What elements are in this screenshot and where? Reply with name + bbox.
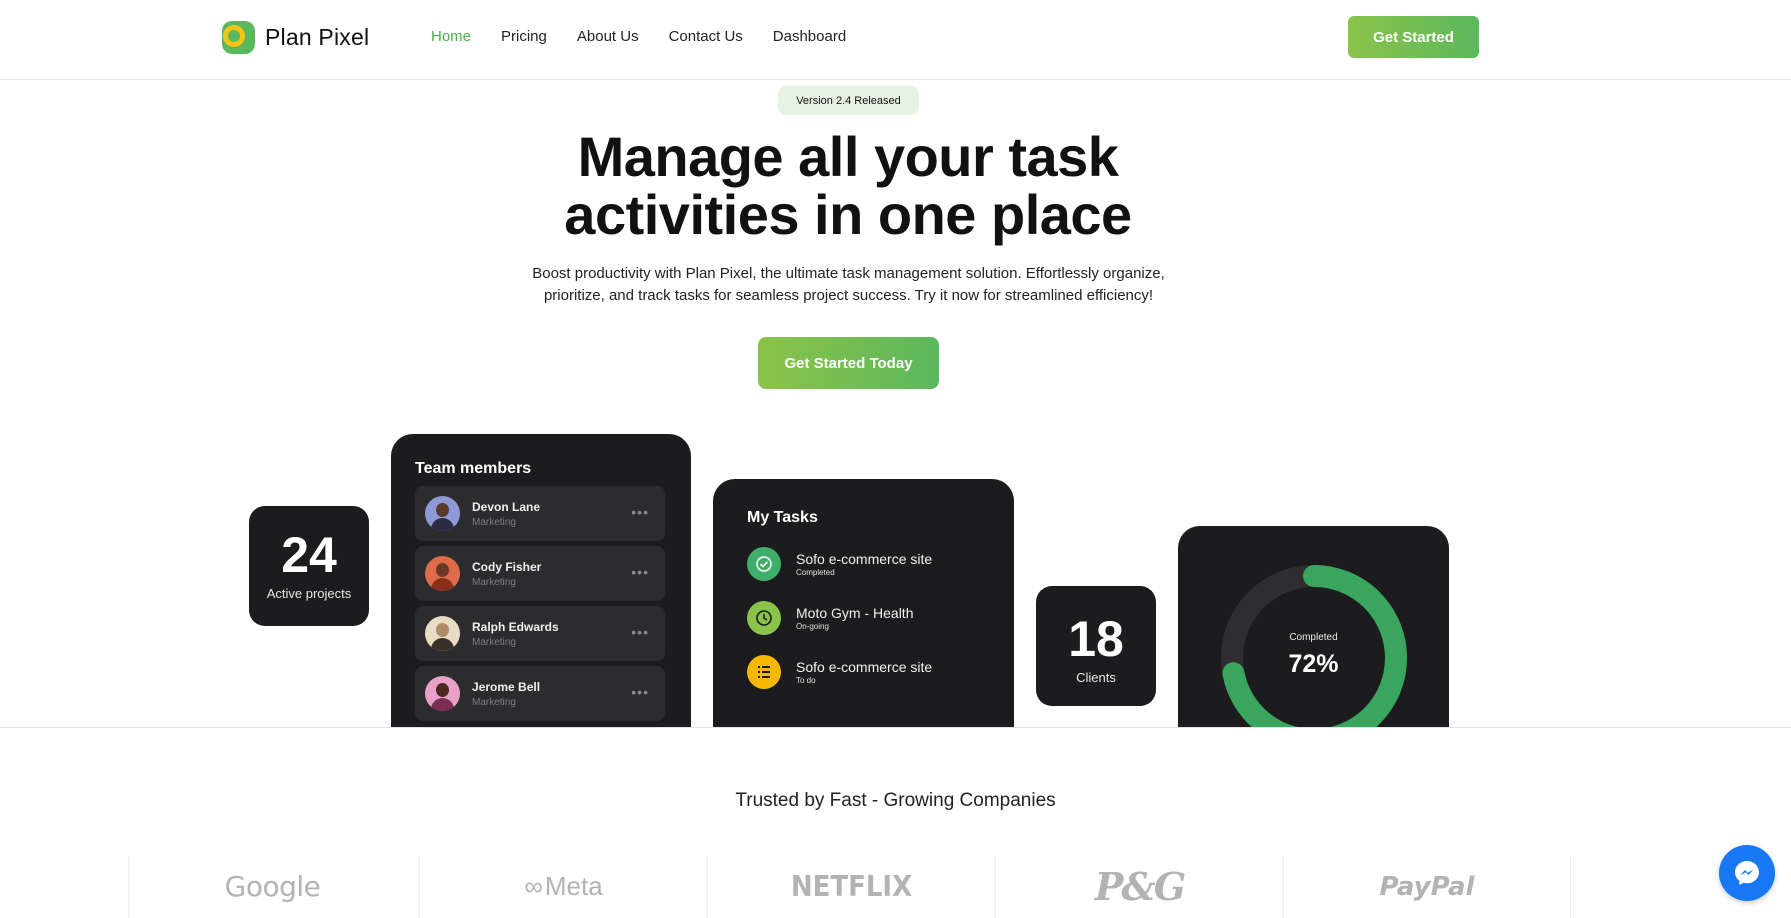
task-name: Sofo e-commerce site [796,659,933,675]
task-status: To do [796,676,816,685]
brand-name: Plan Pixel [265,23,370,50]
member-name: Jerome Bell [472,679,541,694]
logo-cell: PayPal [1283,855,1572,918]
avatar [425,556,460,591]
completion-value: 72% [1288,650,1339,678]
member-role: Marketing [472,696,516,708]
completion-label: Completed [1289,632,1338,643]
task-item[interactable]: Sofo e-commerce site To do [747,655,980,689]
meta-logo: Meta [544,871,603,901]
more-options-icon[interactable]: ••• [631,504,649,520]
plan-pixel-logo-icon [219,18,257,56]
messenger-icon [1735,861,1759,885]
my-tasks-title: My Tasks [747,509,818,526]
team-member-row[interactable]: Devon Lane Marketing ••• [415,486,665,541]
logo-cell: ∞ Meta [419,855,707,918]
version-badge: Version 2.4 Released [778,86,919,115]
site-header: Plan Pixel Home Pricing About Us Contact… [0,0,1791,80]
active-projects-count: 24 [281,527,337,583]
clock-icon [747,601,781,635]
pg-logo: P&G [1094,864,1186,909]
more-options-icon[interactable]: ••• [631,564,649,580]
team-members-title: Team members [415,460,532,477]
trusted-heading: Trusted by Fast - Growing Companies [735,790,1056,811]
clients-card: 18 Clients [1036,586,1156,706]
task-status: Completed [796,568,835,577]
paypal-logo: PayPal [1379,871,1475,902]
team-members-card: Team members Devon Lane Marketing ••• Co… [391,434,691,728]
clients-label: Clients [1076,670,1116,685]
logo-cell: P&G [995,855,1283,918]
dashboard-preview: 24 Active projects Team members Devon La… [0,380,1791,728]
active-projects-label: Active projects [266,586,352,601]
active-projects-card: 24 Active projects [249,506,369,626]
task-name: Moto Gym - Health [796,605,914,621]
netflix-logo: NETFLIX [790,870,913,903]
team-member-row[interactable]: Cody Fisher Marketing ••• [415,546,665,601]
task-status: On-going [796,622,829,631]
main-nav: Home Pricing About Us Contact Us Dashboa… [431,28,876,45]
member-name: Ralph Edwards [472,619,559,634]
nav-home[interactable]: Home [431,28,471,45]
check-circle-icon [747,547,781,581]
clients-count: 18 [1068,611,1124,667]
member-name: Devon Lane [472,499,541,514]
hero-title-line-1: Manage all your task [577,125,1119,188]
section-divider [0,727,1791,728]
hero-title-line-2: activities in one place [564,183,1132,246]
member-role: Marketing [472,636,516,648]
logo-cell: NETFLIX [707,855,995,918]
more-options-icon[interactable]: ••• [631,684,649,700]
hero-title: Manage all your task activities in one p… [445,128,1251,244]
nav-about-us[interactable]: About Us [577,28,639,45]
member-name: Cody Fisher [472,559,542,574]
nav-dashboard[interactable]: Dashboard [773,28,846,45]
member-role: Marketing [472,516,516,528]
more-options-icon[interactable]: ••• [631,624,649,640]
member-role: Marketing [472,576,516,588]
team-member-row[interactable]: Ralph Edwards Marketing ••• [415,606,665,661]
task-name: Sofo e-commerce site [796,551,933,567]
logo-cell: Google [128,855,416,918]
brand-logo[interactable]: Plan Pixel [219,18,369,56]
task-item[interactable]: Sofo e-commerce site Completed [747,547,980,581]
my-tasks-card: My Tasks Sofo e-commerce site Completed … [713,479,1014,728]
list-icon [747,655,781,689]
task-item[interactable]: Moto Gym - Health On-going [747,601,980,635]
hero-subtitle: Boost productivity with Plan Pixel, the … [532,265,1165,304]
avatar [425,616,460,651]
team-member-row[interactable]: Jerome Bell Marketing ••• [415,666,665,721]
meta-infinity-icon: ∞ [524,871,543,901]
avatar [425,676,460,711]
messenger-chat-button[interactable] [1719,845,1775,901]
company-logos: Google ∞ Meta NETFLIX P&G PayPal [128,855,1572,918]
nav-pricing[interactable]: Pricing [501,28,547,45]
avatar [425,496,460,531]
completion-card: Completed 72% [1178,526,1449,728]
progress-ring [1221,565,1407,728]
google-logo: Google [224,870,321,903]
get-started-button[interactable]: Get Started [1348,16,1479,58]
nav-contact-us[interactable]: Contact Us [669,28,743,45]
